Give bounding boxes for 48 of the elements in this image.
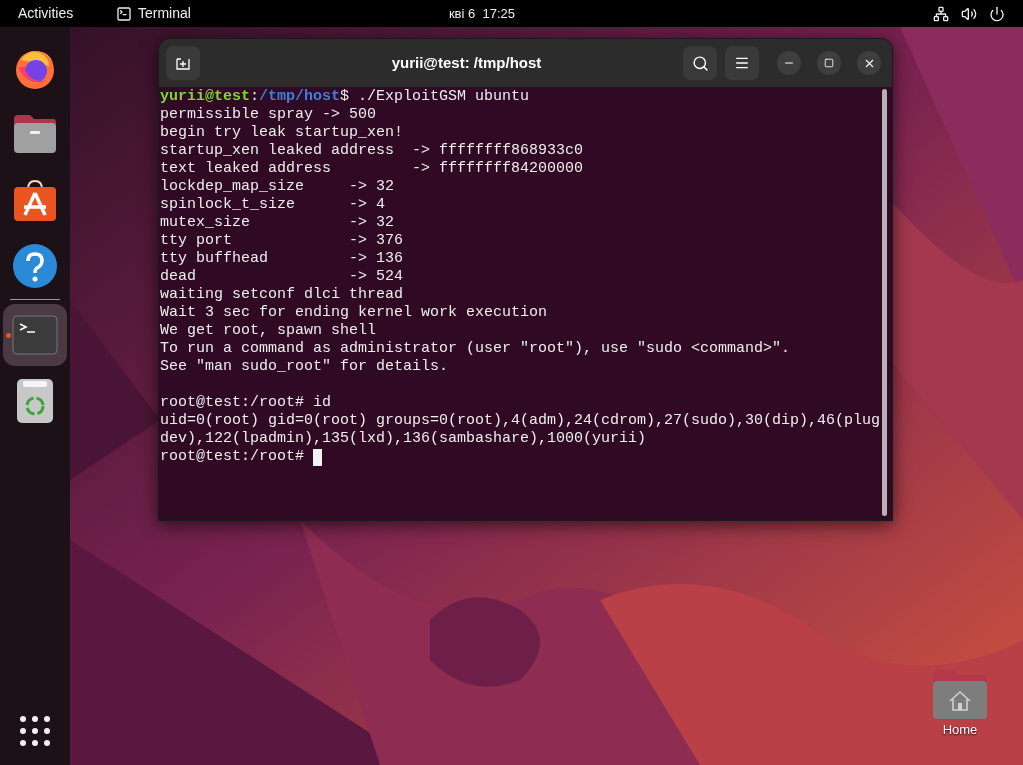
trash-icon	[16, 378, 54, 424]
app-grid-icon[interactable]	[19, 715, 51, 747]
home-folder-icon[interactable]	[932, 667, 988, 720]
terminal-line: root@test:/root# id	[160, 394, 332, 412]
maximize-icon	[824, 58, 834, 68]
terminal-line: mutex_size -> 32	[160, 214, 395, 232]
terminal-line: tty port -> 376	[160, 232, 404, 250]
terminal-line: tty buffhead -> 136	[160, 250, 404, 268]
menu-icon	[734, 55, 750, 71]
search-icon	[691, 54, 709, 72]
scrollbar[interactable]	[882, 89, 887, 516]
app-menu[interactable]: Terminal	[138, 3, 191, 24]
terminal-line: spinlock_t_size -> 4	[160, 196, 386, 214]
clock[interactable]: кві 6 17:25	[448, 3, 515, 24]
terminal-line: dead -> 524	[160, 268, 404, 286]
menu-button[interactable]	[725, 46, 759, 80]
terminal-line: root@test:/root#	[160, 448, 306, 466]
terminal-icon	[12, 315, 58, 355]
icon-label: Home	[942, 720, 978, 739]
close-button[interactable]	[857, 51, 881, 75]
search-button[interactable]	[683, 46, 717, 80]
terminal-line: dev),122(lpadmin),135(lxd),136(sambashare),1000(yurii)	[160, 430, 647, 448]
running-indicator	[6, 333, 11, 338]
new-tab-icon	[175, 55, 191, 71]
terminal-icon	[116, 5, 132, 22]
terminal-line: text leaked address -> ffffffff84200000	[160, 160, 584, 178]
help-icon	[12, 243, 58, 289]
power-icon[interactable]	[989, 5, 1005, 22]
volume-icon[interactable]	[961, 5, 977, 22]
terminal-line: Wait 3 sec for ending kernel work execution	[160, 304, 548, 322]
terminal-line: We get root, spawn shell	[160, 322, 377, 340]
shopping-bag-icon	[12, 177, 58, 223]
folder-icon	[12, 113, 58, 155]
terminal-line: lockdep_map_size -> 32	[160, 178, 395, 196]
terminal-line: startup_xen leaked address -> ffffffff868933c0	[160, 142, 584, 160]
terminal-line: To run a command as administrator (user "root"), use "sudo <command>".	[160, 340, 791, 358]
activities-button[interactable]: Activities	[18, 3, 116, 24]
terminal-line: yurii@test:/tmp/host$ ./ExploitGSM ubuntu	[160, 88, 530, 106]
network-icon[interactable]	[933, 5, 949, 22]
terminal-line: waiting setconf dlci thread	[160, 286, 404, 304]
window-title: yurii@test: /tmp/host	[391, 52, 542, 73]
terminal-line: uid=0(root) gid=0(root) groups=0(root),4(adm),24(cdrom),27(sudo),30(dip),46(plug	[160, 412, 881, 430]
new-tab-button[interactable]	[166, 46, 200, 80]
terminal-line: permissible spray -> 500	[160, 106, 377, 124]
terminal-line: See "man sudo_root" for details.	[160, 358, 449, 376]
minimize-button[interactable]	[777, 51, 801, 75]
terminal-line: begin try leak startup_xen!	[160, 124, 404, 142]
maximize-button[interactable]	[817, 51, 841, 75]
